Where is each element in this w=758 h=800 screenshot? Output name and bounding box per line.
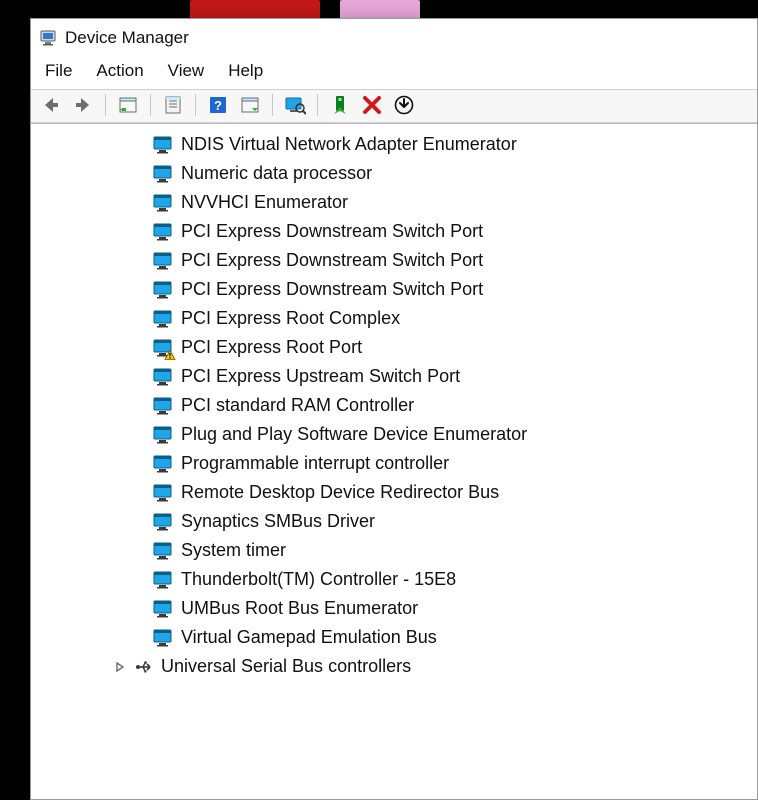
system-device-icon [153, 483, 173, 503]
device-item[interactable]: Thunderbolt(TM) Controller - 15E8 [31, 565, 757, 594]
device-item[interactable]: Synaptics SMBus Driver [31, 507, 757, 536]
toolbar: ? [31, 89, 757, 123]
device-label: Thunderbolt(TM) Controller - 15E8 [181, 569, 456, 590]
toolbar-separator [150, 94, 151, 116]
svg-text:?: ? [214, 98, 222, 113]
system-device-icon [153, 164, 173, 184]
system-device-icon [153, 628, 173, 648]
device-label: PCI Express Root Port [181, 337, 362, 358]
system-device-icon [153, 309, 173, 329]
toolbar-separator [272, 94, 273, 116]
device-label: Programmable interrupt controller [181, 453, 449, 474]
disable-device-button[interactable] [358, 92, 386, 118]
toolbar-separator [317, 94, 318, 116]
device-manager-window: Device Manager File Action View Help [30, 18, 758, 800]
device-label: Remote Desktop Device Redirector Bus [181, 482, 499, 503]
usb-icon [135, 658, 153, 676]
category-label: Universal Serial Bus controllers [161, 656, 411, 677]
background-tile [190, 0, 320, 20]
properties-button[interactable] [159, 92, 187, 118]
menu-action[interactable]: Action [96, 61, 143, 81]
menu-help[interactable]: Help [228, 61, 263, 81]
device-label: PCI Express Downstream Switch Port [181, 221, 483, 242]
system-device-icon [153, 425, 173, 445]
back-button[interactable] [37, 92, 65, 118]
warning-overlay-icon [164, 349, 176, 361]
device-label: Virtual Gamepad Emulation Bus [181, 627, 437, 648]
system-device-icon [153, 396, 173, 416]
device-item[interactable]: Programmable interrupt controller [31, 449, 757, 478]
menu-file[interactable]: File [45, 61, 72, 81]
system-device-icon [153, 541, 173, 561]
system-device-icon [153, 251, 173, 271]
device-label: Synaptics SMBus Driver [181, 511, 375, 532]
device-item[interactable]: PCI Express Downstream Switch Port [31, 217, 757, 246]
device-item[interactable]: UMBus Root Bus Enumerator [31, 594, 757, 623]
device-label: Plug and Play Software Device Enumerator [181, 424, 527, 445]
help-button[interactable]: ? [204, 92, 232, 118]
device-item[interactable]: Virtual Gamepad Emulation Bus [31, 623, 757, 652]
system-device-icon [153, 193, 173, 213]
titlebar[interactable]: Device Manager [31, 19, 757, 57]
system-device-icon [153, 367, 173, 387]
enable-device-button[interactable] [326, 92, 354, 118]
device-label: System timer [181, 540, 286, 561]
forward-button[interactable] [69, 92, 97, 118]
system-device-icon [153, 512, 173, 532]
view-button[interactable] [236, 92, 264, 118]
device-manager-icon [39, 29, 57, 47]
system-device-icon [153, 599, 173, 619]
device-item[interactable]: Plug and Play Software Device Enumerator [31, 420, 757, 449]
system-device-icon [153, 338, 173, 358]
device-item[interactable]: Remote Desktop Device Redirector Bus [31, 478, 757, 507]
device-label: PCI Express Upstream Switch Port [181, 366, 460, 387]
device-label: PCI Express Downstream Switch Port [181, 250, 483, 271]
window-title: Device Manager [65, 28, 189, 48]
system-device-icon [153, 280, 173, 300]
device-item[interactable]: NDIS Virtual Network Adapter Enumerator [31, 130, 757, 159]
device-item[interactable]: PCI Express Root Complex [31, 304, 757, 333]
expand-caret-icon[interactable] [113, 662, 127, 672]
device-label: NDIS Virtual Network Adapter Enumerator [181, 134, 517, 155]
device-item[interactable]: PCI Express Root Port [31, 333, 757, 362]
device-item[interactable]: Numeric data processor [31, 159, 757, 188]
device-item[interactable]: PCI Express Downstream Switch Port [31, 246, 757, 275]
device-item[interactable]: PCI Express Upstream Switch Port [31, 362, 757, 391]
background-tile [340, 0, 420, 20]
device-label: PCI Express Root Complex [181, 308, 400, 329]
system-device-icon [153, 135, 173, 155]
device-category[interactable]: Universal Serial Bus controllers [31, 652, 757, 681]
device-item[interactable]: NVVHCI Enumerator [31, 188, 757, 217]
device-label: Numeric data processor [181, 163, 372, 184]
menubar: File Action View Help [31, 57, 757, 89]
menu-view[interactable]: View [168, 61, 205, 81]
device-label: NVVHCI Enumerator [181, 192, 348, 213]
update-driver-button[interactable] [390, 92, 418, 118]
device-item[interactable]: PCI Express Downstream Switch Port [31, 275, 757, 304]
system-device-icon [153, 454, 173, 474]
toolbar-separator [105, 94, 106, 116]
device-item[interactable]: System timer [31, 536, 757, 565]
device-tree[interactable]: NDIS Virtual Network Adapter Enumerator N… [31, 123, 757, 799]
device-label: UMBus Root Bus Enumerator [181, 598, 418, 619]
system-device-icon [153, 570, 173, 590]
system-device-icon [153, 222, 173, 242]
toolbar-separator [195, 94, 196, 116]
scan-hardware-button[interactable] [281, 92, 309, 118]
device-label: PCI Express Downstream Switch Port [181, 279, 483, 300]
device-label: PCI standard RAM Controller [181, 395, 414, 416]
device-item[interactable]: PCI standard RAM Controller [31, 391, 757, 420]
show-hide-tree-button[interactable] [114, 92, 142, 118]
